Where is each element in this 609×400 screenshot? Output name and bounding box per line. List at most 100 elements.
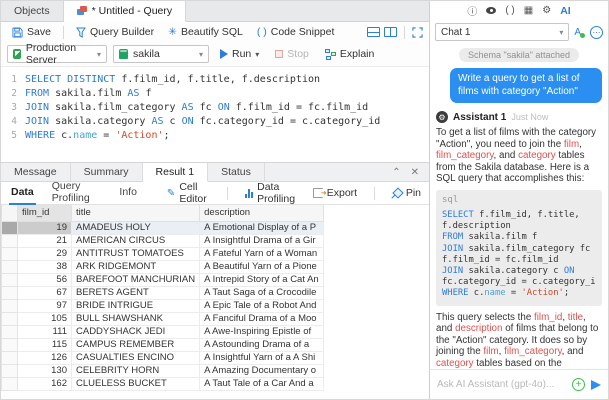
- grid-cell[interactable]: 126: [18, 351, 72, 364]
- result-tab-summary[interactable]: Summary: [71, 163, 143, 181]
- query-builder-button[interactable]: Query Builder: [71, 25, 159, 39]
- info-icon[interactable]: ⓘ: [467, 3, 477, 18]
- row-gutter-cell[interactable]: [2, 273, 18, 286]
- grid-cell[interactable]: A Beautiful Yarn of a Pione: [200, 260, 324, 273]
- grid-cell[interactable]: CELEBRITY HORN: [72, 364, 200, 377]
- fullscreen-icon[interactable]: [412, 27, 423, 38]
- run-button[interactable]: Run ▾: [215, 47, 264, 61]
- grid-cell[interactable]: BRIDE INTRIGUE: [72, 299, 200, 312]
- editor-line[interactable]: 5WHERE c.name = 'Action';: [1, 129, 429, 143]
- result-tab-status[interactable]: Status: [208, 163, 265, 181]
- subtab-data[interactable]: Data: [9, 182, 36, 205]
- grid-cell[interactable]: A Astounding Drama of a: [200, 338, 324, 351]
- grid-cell[interactable]: BAREFOOT MANCHURIAN: [72, 273, 200, 286]
- subtab-info[interactable]: Info: [117, 182, 139, 205]
- grid-cell[interactable]: A Taut Saga of a Crocodile: [200, 286, 324, 299]
- result-grid[interactable]: film_idtitledescription 19AMADEUS HOLYA …: [1, 205, 324, 391]
- grid-cell[interactable]: CASUALTIES ENCINO: [72, 351, 200, 364]
- grid-cell[interactable]: AMADEUS HOLY: [72, 221, 200, 234]
- grid-cell[interactable]: ARK RIDGEMONT: [72, 260, 200, 273]
- stop-button[interactable]: Stop: [270, 47, 314, 61]
- grid-cell[interactable]: 162: [18, 377, 72, 390]
- editor-line[interactable]: 2FROM sakila.film AS f: [1, 87, 429, 101]
- database-select[interactable]: sakila ▾: [113, 45, 209, 63]
- pin-button[interactable]: Pin: [392, 187, 421, 199]
- grid-cell[interactable]: AMERICAN CIRCUS: [72, 234, 200, 247]
- row-gutter-cell[interactable]: [2, 221, 18, 234]
- grid-cell[interactable]: 56: [18, 273, 72, 286]
- grid-cell[interactable]: BERETS AGENT: [72, 286, 200, 299]
- column-header-description[interactable]: description: [200, 205, 324, 221]
- row-gutter-cell[interactable]: [2, 234, 18, 247]
- more-options-icon[interactable]: ⋯: [590, 26, 603, 39]
- table-row[interactable]: 126CASUALTIES ENCINOA Insightful Yarn of…: [2, 351, 324, 364]
- table-row[interactable]: 67BERETS AGENTA Taut Saga of a Crocodile: [2, 286, 324, 299]
- result-tab-result-1[interactable]: Result 1: [143, 163, 209, 182]
- row-gutter-cell[interactable]: [2, 364, 18, 377]
- table-row[interactable]: 162CLUELESS BUCKETA Taut Tale of a Car A…: [2, 377, 324, 390]
- table-row[interactable]: 19AMADEUS HOLYA Emotional Display of a P: [2, 221, 324, 234]
- editor-line[interactable]: 1SELECT DISTINCT f.film_id, f.title, f.d…: [1, 73, 429, 87]
- row-gutter-cell[interactable]: [2, 299, 18, 312]
- grid-cell[interactable]: A Emotional Display of a P: [200, 221, 324, 234]
- grid-cell[interactable]: 19: [18, 221, 72, 234]
- column-header-title[interactable]: title: [72, 205, 200, 221]
- grid-cell[interactable]: 97: [18, 299, 72, 312]
- grid-cell[interactable]: BULL SHAWSHANK: [72, 312, 200, 325]
- run-dropdown-caret-icon[interactable]: ▾: [255, 50, 259, 59]
- grid-cell[interactable]: 38: [18, 260, 72, 273]
- result-tab-message[interactable]: Message: [1, 163, 71, 181]
- save-button[interactable]: Save: [7, 25, 56, 39]
- column-header-film_id[interactable]: film_id: [18, 205, 72, 221]
- row-gutter-cell[interactable]: [2, 286, 18, 299]
- grid-cell[interactable]: A Taut Tale of a Car And a: [200, 377, 324, 390]
- attach-plus-icon[interactable]: +: [572, 378, 585, 391]
- grid-cell[interactable]: A Fateful Yarn of a Woman: [200, 247, 324, 260]
- grid-cell[interactable]: A Awe-Inspiring Epistle of: [200, 325, 324, 338]
- row-gutter-cell[interactable]: [2, 260, 18, 273]
- sql-code-block[interactable]: sql SELECT f.film_id, f.title,f.descript…: [436, 190, 602, 306]
- code-snippet-button[interactable]: ( ) Code Snippet: [252, 25, 340, 39]
- grid-cell[interactable]: A Insightful Yarn of a A Shi: [200, 351, 324, 364]
- table-row[interactable]: 38ARK RIDGEMONTA Beautiful Yarn of a Pio…: [2, 260, 324, 273]
- chat-select[interactable]: Chat 1 ▾: [435, 23, 569, 41]
- explain-button[interactable]: Explain: [320, 47, 379, 61]
- row-gutter-cell[interactable]: [2, 377, 18, 390]
- row-gutter-cell[interactable]: [2, 338, 18, 351]
- table-row[interactable]: 21AMERICAN CIRCUSA Insightful Drama of a…: [2, 234, 324, 247]
- table-icon[interactable]: ▦: [524, 5, 533, 16]
- grid-cell[interactable]: A Amazing Documentary o: [200, 364, 324, 377]
- tab-objects[interactable]: Objects: [1, 1, 64, 21]
- row-gutter-cell[interactable]: [2, 351, 18, 364]
- subtab-query-profiling[interactable]: Query Profiling: [50, 182, 104, 205]
- editor-line[interactable]: 3JOIN sakila.film_category AS fc ON f.fi…: [1, 101, 429, 115]
- export-button[interactable]: Export: [313, 187, 357, 199]
- grid-cell[interactable]: 67: [18, 286, 72, 299]
- grid-cell[interactable]: A Fanciful Drama of a Moo: [200, 312, 324, 325]
- table-row[interactable]: 56BAREFOOT MANCHURIANA Intrepid Story of…: [2, 273, 324, 286]
- code-snippet-icon[interactable]: ( ): [505, 5, 514, 16]
- grid-cell[interactable]: 130: [18, 364, 72, 377]
- tab-untitled-query[interactable]: * Untitled - Query: [64, 1, 187, 22]
- grid-cell[interactable]: 29: [18, 247, 72, 260]
- row-gutter-cell[interactable]: [2, 312, 18, 325]
- cell-editor-button[interactable]: ✎ Cell Editor: [167, 181, 210, 205]
- chat-input[interactable]: Ask AI Assistant (gpt-4o)...: [437, 379, 566, 390]
- grid-cell[interactable]: 115: [18, 338, 72, 351]
- send-icon[interactable]: [591, 380, 601, 390]
- grid-cell[interactable]: CAMPUS REMEMBER: [72, 338, 200, 351]
- split-horizontal-icon[interactable]: [367, 27, 380, 37]
- eye-icon[interactable]: [486, 7, 496, 14]
- split-vertical-icon[interactable]: [384, 27, 397, 37]
- row-gutter-cell[interactable]: [2, 247, 18, 260]
- table-row[interactable]: 29ANTITRUST TOMATOESA Fateful Yarn of a …: [2, 247, 324, 260]
- gear-icon[interactable]: ⚙: [542, 5, 551, 16]
- table-row[interactable]: 115CAMPUS REMEMBERA Astounding Drama of …: [2, 338, 324, 351]
- grid-cell[interactable]: 21: [18, 234, 72, 247]
- beautify-sql-button[interactable]: ✳ Beautify SQL: [163, 25, 248, 39]
- table-row[interactable]: 105BULL SHAWSHANKA Fanciful Drama of a M…: [2, 312, 324, 325]
- table-row[interactable]: 111CADDYSHACK JEDIA Awe-Inspiring Epistl…: [2, 325, 324, 338]
- sql-editor[interactable]: 1SELECT DISTINCT f.film_id, f.title, f.d…: [1, 66, 429, 162]
- grid-cell[interactable]: A Intrepid Story of a Cat An: [200, 273, 324, 286]
- grid-cell[interactable]: A Insightful Drama of a Gir: [200, 234, 324, 247]
